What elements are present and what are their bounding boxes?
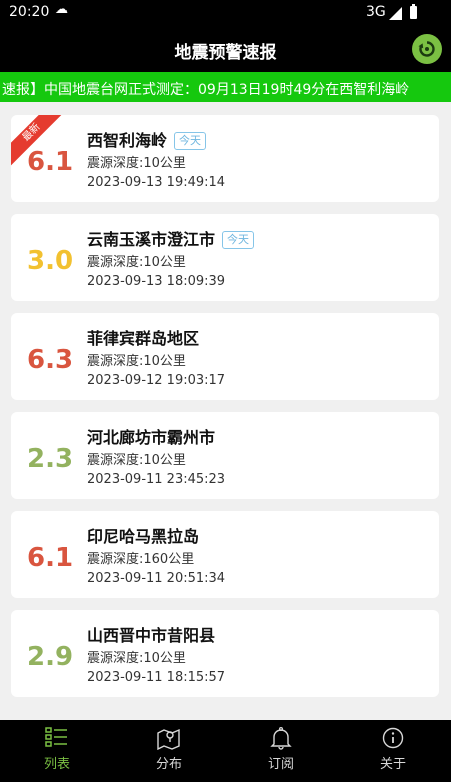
map-icon bbox=[157, 728, 180, 750]
place-name: 云南玉溪市澄江市 今天 bbox=[87, 226, 255, 250]
earthquake-list[interactable]: 最新 6.1 西智利海岭 今天 震源深度:10公里 2023-09-13 19:49:14… bbox=[0, 102, 451, 720]
depth-text: 震源深度:10公里 bbox=[87, 255, 186, 270]
bell-icon bbox=[270, 727, 292, 750]
quake-time: 2023-09-11 18:15:57 bbox=[87, 670, 226, 685]
earthquake-card[interactable]: 3.0 云南玉溪市澄江市 今天震源深度:10公里 2023-09-13 18:09:3… bbox=[11, 214, 439, 301]
status-time: 20:20 bbox=[9, 4, 50, 20]
status-bar: 20:20 ☁ 3G bbox=[0, 0, 451, 26]
magnitude-value: 3.0 bbox=[27, 246, 74, 276]
earthquake-card[interactable]: 2.3 河北廊坊市霸州市震源深度:10公里 2023-09-11 23:45:23 bbox=[11, 412, 439, 499]
tab-list[interactable]: 列表 bbox=[1, 720, 113, 782]
network-type: 3G bbox=[366, 4, 386, 20]
earthquake-card[interactable]: 6.1 印尼哈马黑拉岛震源深度:160公里 2023-09-11 20:51:34 bbox=[11, 511, 439, 598]
depth-text: 震源深度:10公里 bbox=[87, 651, 186, 666]
place-name: 河北廊坊市霸州市 bbox=[87, 428, 216, 447]
tab-info[interactable]: 关于 bbox=[337, 720, 449, 782]
ticker-text: 速报】中国地震台网正式测定：09月13日19时49分在西智利海岭 bbox=[2, 82, 410, 98]
earthquake-card[interactable]: 2.9 山西晋中市昔阳县震源深度:10公里 2023-09-11 18:15:57 bbox=[11, 610, 439, 697]
tab-bell[interactable]: 订阅 bbox=[225, 720, 337, 782]
tab-label: 订阅 bbox=[267, 757, 294, 772]
place-name: 印尼哈马黑拉岛 bbox=[87, 527, 200, 546]
magnitude-value: 6.3 bbox=[27, 345, 74, 375]
earthquake-card[interactable]: 6.3 菲律宾群岛地区震源深度:10公里 2023-09-12 19:03:17 bbox=[11, 313, 439, 400]
magnitude-value: 2.3 bbox=[27, 444, 74, 474]
quake-time: 2023-09-13 18:09:39 bbox=[87, 274, 226, 289]
depth-text: 震源深度:10公里 bbox=[87, 354, 186, 369]
signal-icon bbox=[389, 7, 402, 20]
battery-icon bbox=[410, 4, 417, 19]
app-header: 地震预警速报 bbox=[0, 26, 451, 72]
refresh-icon bbox=[418, 41, 435, 57]
depth-text: 震源深度:160公里 bbox=[87, 552, 195, 567]
depth-text: 震源深度:10公里 bbox=[87, 453, 186, 468]
weather-cloud-icon: ☁ bbox=[55, 2, 68, 17]
place-name: 山西晋中市昔阳县 bbox=[87, 626, 216, 645]
bottom-nav: 列表 分布 订阅 关于 bbox=[0, 720, 451, 782]
today-badge: 今天 bbox=[174, 132, 207, 150]
tab-map[interactable]: 分布 bbox=[113, 720, 225, 782]
magnitude-value: 6.1 bbox=[27, 147, 74, 177]
news-ticker[interactable]: 速报】中国地震台网正式测定：09月13日19时49分在西智利海岭 bbox=[0, 72, 451, 102]
magnitude-value: 2.9 bbox=[27, 642, 74, 672]
depth-text: 震源深度:10公里 bbox=[87, 156, 186, 171]
today-badge: 今天 bbox=[222, 231, 255, 249]
magnitude-value: 6.1 bbox=[27, 543, 74, 573]
place-name: 西智利海岭 今天 bbox=[87, 127, 207, 151]
place-name: 菲律宾群岛地区 bbox=[87, 329, 200, 348]
quake-time: 2023-09-11 23:45:23 bbox=[87, 472, 226, 487]
earthquake-card[interactable]: 最新 6.1 西智利海岭 今天 震源深度:10公里 2023-09-13 19:49:14 bbox=[11, 115, 439, 202]
quake-time: 2023-09-11 20:51:34 bbox=[87, 571, 226, 586]
refresh-button[interactable] bbox=[412, 34, 442, 64]
tab-label: 分布 bbox=[155, 757, 182, 772]
tab-label: 列表 bbox=[43, 757, 70, 772]
page-title: 地震预警速报 bbox=[174, 43, 277, 63]
info-icon bbox=[382, 727, 404, 749]
quake-time: 2023-09-12 19:03:17 bbox=[87, 373, 226, 388]
list-icon bbox=[45, 727, 67, 747]
tab-label: 关于 bbox=[379, 757, 406, 772]
quake-time: 2023-09-13 19:49:14 bbox=[87, 175, 226, 190]
